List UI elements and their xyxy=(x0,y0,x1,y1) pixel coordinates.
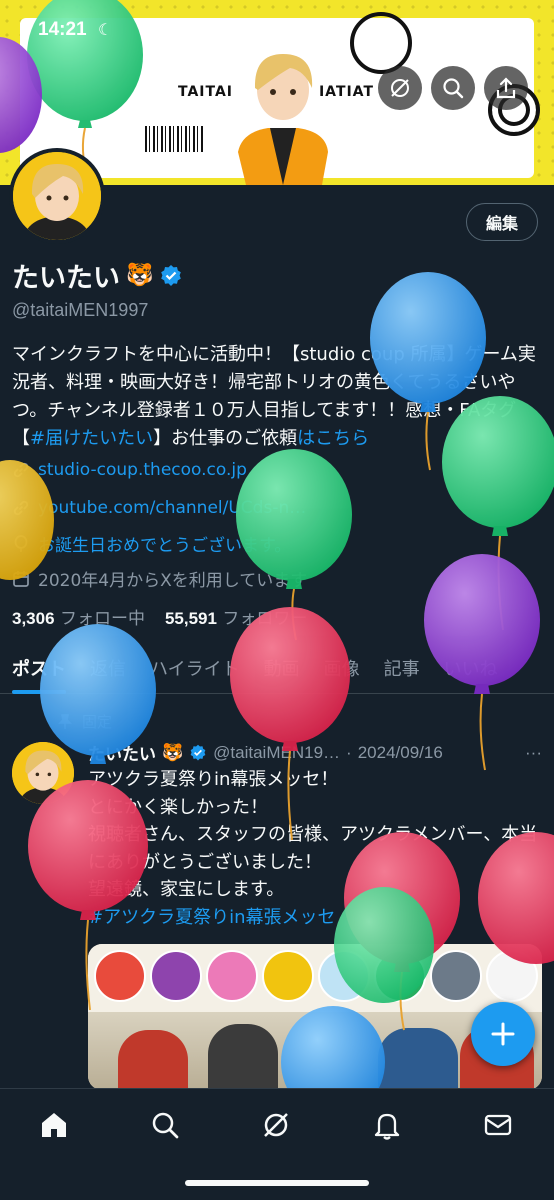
media-member-face xyxy=(374,950,426,1002)
following-count: 3,306 xyxy=(12,609,55,628)
tweet-header: たいたい 🐯 @taitaiMEN19… · 2024/09/16 ··· xyxy=(88,740,542,766)
media-member-face xyxy=(486,950,538,1002)
birthday-row[interactable]: お誕生日おめでとうございます。 xyxy=(12,531,291,556)
tweet-separator: · xyxy=(346,742,352,762)
bio-request-link[interactable]: はこちら xyxy=(297,428,369,449)
profile-link-2[interactable]: youtube.com/channel/UCds-n… xyxy=(12,498,306,518)
search-icon xyxy=(443,78,464,99)
nav-grok[interactable] xyxy=(256,1105,296,1145)
media-member-face xyxy=(262,950,314,1002)
media-member-face xyxy=(150,950,202,1002)
tiger-emoji: 🐯 xyxy=(126,263,154,288)
banner-tag-left: TAITAI xyxy=(178,84,234,100)
following-label: フォロー中 xyxy=(59,609,145,629)
media-member-face xyxy=(94,950,146,1002)
plus-icon xyxy=(491,1022,515,1046)
following-link[interactable]: 3,306 フォロー中 xyxy=(12,604,145,629)
profile-link-2-text[interactable]: youtube.com/channel/UCds-n… xyxy=(38,498,306,518)
followers-link[interactable]: 55,591 フォロワー xyxy=(165,604,307,629)
profile-bio: マインクラフトを中心に活動中！【studio coup 所属】ゲーム実況者、料理… xyxy=(12,341,544,453)
media-member-face xyxy=(206,950,258,1002)
status-time: 14:21 xyxy=(38,19,87,40)
pinned-label-row: 固定 xyxy=(58,711,112,732)
profile-avatar[interactable] xyxy=(9,148,105,244)
grok-button[interactable] xyxy=(378,66,422,110)
tab-likes[interactable]: いいね xyxy=(432,642,510,694)
profile-link-1[interactable]: studio-coup.thecoo.co.jp xyxy=(12,460,247,480)
status-icons xyxy=(438,20,528,36)
tweet-handle[interactable]: @taitaiMEN19… xyxy=(213,743,340,763)
balloon-icon xyxy=(14,534,28,552)
bio-text-2: 】お仕事のご依頼 xyxy=(153,428,298,449)
banner-character xyxy=(238,54,328,185)
search-icon xyxy=(152,1112,179,1139)
share-icon xyxy=(496,77,516,99)
media-member-face xyxy=(318,950,370,1002)
media-member-face xyxy=(430,950,482,1002)
tweet-hashtag-link[interactable]: #アツクラ夏祭りin幕張メッセ xyxy=(88,904,542,932)
calendar-icon xyxy=(13,570,29,587)
home-icon xyxy=(42,1113,66,1137)
tweet-line-3: 視聴者さん、スタッフの皆様、アツクラメンバー、本当にありがとうございました！ xyxy=(88,824,538,873)
compose-post-button[interactable] xyxy=(471,1002,535,1066)
tab-videos[interactable]: 動画 xyxy=(252,642,312,694)
bio-hashtag-link[interactable]: #届けたいたい xyxy=(30,428,153,449)
tweet-line-2: とにかく楽しかった！ xyxy=(88,796,268,818)
focus-moon-icon: ☾ xyxy=(98,20,113,39)
joined-row: 2020年4月からXを利用しています xyxy=(12,566,307,591)
media-person xyxy=(378,1028,458,1090)
avatar-illustration xyxy=(13,152,101,240)
status-bar: 14:21 ☾ xyxy=(0,0,554,60)
nav-messages[interactable] xyxy=(478,1105,518,1145)
tweet-avatar[interactable] xyxy=(12,742,74,804)
verified-badge-icon[interactable] xyxy=(159,264,183,288)
profile-link-1-text[interactable]: studio-coup.thecoo.co.jp xyxy=(38,460,247,480)
tab-articles[interactable]: 記事 xyxy=(372,642,432,694)
tweet-line-4: 望遠鏡、家宝にします。 xyxy=(88,879,285,900)
follow-stats: 3,306 フォロー中 55,591 フォロワー xyxy=(12,604,307,629)
tab-highlights[interactable]: ハイライト xyxy=(138,642,252,694)
profile-handle: @taitaiMEN1997 xyxy=(12,300,149,320)
tweet-avatar-illustration xyxy=(12,742,74,804)
followers-count: 55,591 xyxy=(164,609,217,628)
tweet-line-1: アツクラ夏祭りin幕張メッセ！ xyxy=(88,769,339,790)
joined-text: 2020年4月からXを利用しています xyxy=(38,571,308,591)
verified-badge-icon xyxy=(190,744,206,760)
tab-posts[interactable]: ポスト xyxy=(0,642,78,694)
profile-name-row: たいたい 🐯 xyxy=(12,256,183,295)
tab-replies[interactable]: 返信 xyxy=(78,642,138,694)
tweet-emoji: 🐯 xyxy=(162,742,184,763)
media-person xyxy=(208,1024,278,1090)
nav-search[interactable] xyxy=(145,1105,185,1145)
grok-icon xyxy=(264,1113,288,1137)
notifications-icon xyxy=(374,1113,400,1140)
tweet-date[interactable]: 2024/09/16 xyxy=(358,743,443,763)
media-person xyxy=(118,1030,188,1090)
nav-home[interactable] xyxy=(34,1105,74,1145)
pinned-label: 固定 xyxy=(82,713,113,731)
edit-profile-button[interactable]: 編集 xyxy=(466,203,538,241)
nav-notifications[interactable] xyxy=(367,1105,407,1145)
link-icon xyxy=(13,500,29,516)
profile-name: たいたい xyxy=(12,263,120,294)
messages-icon xyxy=(484,1114,512,1136)
tab-images[interactable]: 画像 xyxy=(312,642,372,694)
tweet-media-image[interactable] xyxy=(88,944,542,1090)
profile-tabs: ポスト 返信 ハイライト 動画 画像 記事 いいね xyxy=(0,642,554,694)
birthday-text[interactable]: お誕生日おめでとうございます。 xyxy=(38,531,291,556)
tweet-body: アツクラ夏祭りin幕張メッセ！ とにかく楽しかった！ 視聴者さん、スタッフの皆様… xyxy=(88,766,542,931)
pin-icon xyxy=(58,713,72,729)
airplane-icon xyxy=(438,20,458,36)
link-icon xyxy=(13,462,29,478)
grok-icon xyxy=(391,79,409,97)
search-button[interactable] xyxy=(431,66,475,110)
home-indicator xyxy=(185,1180,369,1186)
tweet-more-button[interactable]: ··· xyxy=(525,743,542,763)
followers-label: フォロワー xyxy=(222,609,308,629)
wifi-icon xyxy=(468,20,488,36)
share-button[interactable] xyxy=(484,66,528,110)
tweet-author-name[interactable]: たいたい xyxy=(88,740,156,765)
banner-barcode xyxy=(145,126,205,152)
battery-icon xyxy=(498,20,527,36)
